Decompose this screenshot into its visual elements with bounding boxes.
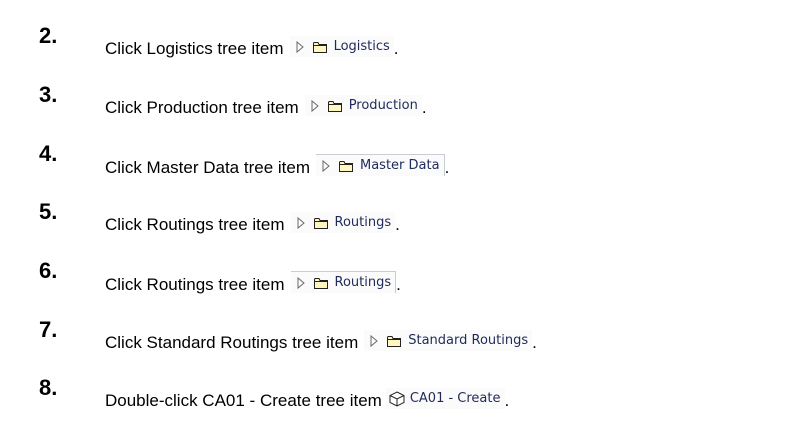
step-text: Click Production tree item <box>105 98 299 117</box>
tree-item-ca01-create[interactable]: CA01 - Create <box>385 388 505 409</box>
tree-item-routings[interactable]: Routings <box>290 271 397 293</box>
folder-icon <box>327 100 342 112</box>
step-2: 2. Click Logistics tree item Logistics . <box>0 23 810 63</box>
step-text: Click Master Data tree item <box>105 158 310 177</box>
folder-icon <box>387 335 402 347</box>
folder-icon <box>313 217 328 229</box>
step-3: 3. Click Production tree item Production… <box>0 82 810 122</box>
tree-item-label: Routings <box>334 215 392 230</box>
step-7: 7. Click Standard Routings tree item Sta… <box>0 317 810 357</box>
folder-icon <box>339 160 353 172</box>
tree-item-standard-routings[interactable]: Standard Routings <box>364 330 533 351</box>
tree-item-label: Routings <box>334 275 392 290</box>
trailing-period: . <box>532 333 537 352</box>
trailing-period: . <box>393 39 399 58</box>
expand-arrow-icon <box>296 40 304 53</box>
tree-item-label: Standard Routings <box>408 333 529 348</box>
step-number: 5. <box>39 199 58 224</box>
step-number: 8. <box>39 375 58 400</box>
folder-icon <box>312 41 327 53</box>
expand-arrow-icon <box>370 334 379 347</box>
step-line: Click Logistics tree item Logistics . <box>105 36 399 60</box>
trailing-period: . <box>396 275 401 294</box>
step-line: Double-click CA01 - Create tree item CA0… <box>105 388 509 412</box>
trailing-period: . <box>504 391 510 410</box>
step-line: Click Routings tree item Routings . <box>105 212 400 236</box>
step-line: Click Routings tree item Routings . <box>105 271 401 296</box>
step-line: Click Production tree item Production . <box>105 95 427 119</box>
trailing-period: . <box>421 98 427 117</box>
tree-item-label: CA01 - Create <box>409 391 501 406</box>
step-number: 2. <box>39 23 58 48</box>
instruction-steps: 2. Click Logistics tree item Logistics .… <box>0 0 810 423</box>
step-5: 5. Click Routings tree item Routings . <box>0 199 810 239</box>
step-text: Click Routings tree item <box>105 215 285 234</box>
step-8: 8. Double-click CA01 - Create tree item … <box>0 375 810 415</box>
tree-item-logistics[interactable]: Logistics <box>289 36 394 57</box>
step-text: Click Logistics tree item <box>105 39 284 58</box>
tree-item-production[interactable]: Production <box>304 95 422 116</box>
step-text: Click Routings tree item <box>105 275 285 294</box>
step-number: 6. <box>39 258 58 283</box>
trailing-period: . <box>395 215 400 234</box>
step-4: 4. Click Master Data tree item Master Da… <box>0 141 810 181</box>
step-line: Click Master Data tree item Master Data … <box>105 154 449 179</box>
trailing-period: . <box>444 158 450 177</box>
step-number: 7. <box>39 317 58 342</box>
expand-arrow-icon <box>297 276 305 289</box>
tree-item-label: Master Data <box>360 158 440 173</box>
tree-item-label: Logistics <box>333 39 390 54</box>
folder-icon <box>313 277 328 289</box>
step-number: 4. <box>39 141 58 166</box>
step-number: 3. <box>39 82 58 107</box>
tree-item-label: Production <box>348 98 418 113</box>
step-text: Double-click CA01 - Create tree item <box>105 391 382 410</box>
tree-item-master-data[interactable]: Master Data <box>316 154 445 176</box>
step-6: 6. Click Routings tree item Routings . <box>0 258 810 298</box>
transaction-cube-icon <box>389 390 405 407</box>
tree-item-routings[interactable]: Routings <box>290 212 396 233</box>
expand-arrow-icon <box>311 99 319 112</box>
step-line: Click Standard Routings tree item Standa… <box>105 330 537 354</box>
expand-arrow-icon <box>297 216 305 229</box>
step-text: Click Standard Routings tree item <box>105 333 359 352</box>
expand-arrow-icon <box>322 159 330 172</box>
